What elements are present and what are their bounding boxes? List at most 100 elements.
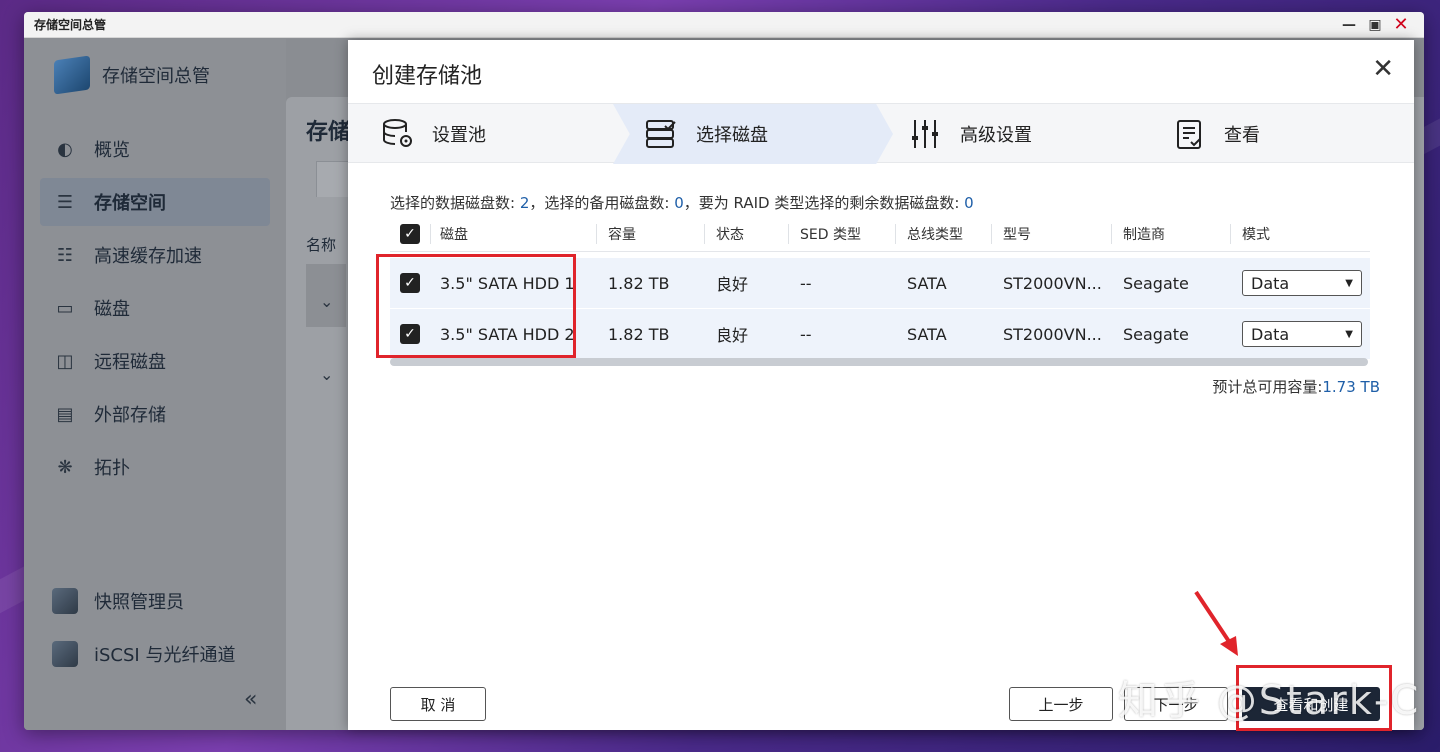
step-label: 设置池 [432,125,486,146]
column-header-bus-type[interactable]: 总线类型 [895,216,991,251]
capacity-label: 预计总可用容量: [1212,378,1323,396]
sidebar-item-label: iSCSI 与光纤通道 [94,645,236,666]
step-label: 高级设置 [960,125,1032,146]
summary-text: 选择的数据磁盘数: [390,194,520,212]
column-header-status[interactable]: 状态 [704,216,788,251]
disk-bus-type: SATA [907,273,947,293]
window-titlebar: 存储空间总管 — ▣ ✕ [24,12,1424,38]
column-header-sed-type[interactable]: SED 类型 [788,216,895,251]
data-disk-count: 2 [519,194,530,212]
remaining-disk-count: 0 [964,194,974,212]
table-header: ✓ 磁盘 容量 状态 SED 类型 总线类型 型号 制造商 模式 [390,216,1370,252]
disk-capacity: 1.82 TB [608,273,670,293]
back-button[interactable]: 上一步 [1009,687,1113,721]
sidebar-item-storage[interactable]: ☰ 存储空间 [40,178,270,226]
external-storage-icon: ▤ [56,403,74,425]
step-label: 查看 [1224,125,1260,146]
sidebar-item-iscsi[interactable]: iSCSI 与光纤通道 [40,630,270,678]
step-advanced-settings: 高级设置 [908,104,1032,164]
disk-bus-type: SATA [907,324,947,344]
close-icon[interactable]: ✕ [1372,56,1394,82]
disk-model: ST2000VN... [1003,273,1102,293]
disk-vendor: Seagate [1123,273,1189,293]
column-header-capacity[interactable]: 容量 [596,216,704,251]
checklist-icon [1172,117,1208,151]
highlight-box [376,254,576,358]
mode-select-value: Data [1251,324,1290,344]
step-pool-settings: 设置池 [380,104,486,164]
step-review: 查看 [1172,104,1260,164]
close-icon[interactable]: ✕ [1388,14,1414,35]
sidebar-item-external[interactable]: ▤ 外部存储 [40,390,270,438]
disk-vendor: Seagate [1123,324,1189,344]
mode-cell: Data ▼ [1230,309,1370,359]
spare-disk-count: 0 [674,194,684,212]
sidebar-item-snapshot[interactable]: 快照管理员 [40,577,270,625]
sidebar-item-disks[interactable]: ▭ 磁盘 [40,284,270,332]
pool-settings-icon [380,117,416,151]
capacity-value: 1.73 TB [1322,378,1380,396]
gauge-icon: ◐ [57,138,73,160]
sidebar-item-label: 远程磁盘 [94,352,166,373]
sidebar-item-label: 拓扑 [94,458,130,479]
sidebar-item-cache[interactable]: ☷ 高速缓存加速 [40,231,270,279]
disk-status: 良好 [716,326,749,345]
caret-down-icon: ▼ [1345,277,1353,289]
maximize-icon[interactable]: ▣ [1362,15,1388,35]
remote-disk-icon: ◫ [56,350,74,372]
select-disk-icon [644,117,680,151]
select-all-cell: ✓ [390,216,430,251]
disk-capacity: 1.82 TB [608,324,670,344]
sidebar-item-remote-disk[interactable]: ◫ 远程磁盘 [40,337,270,385]
mode-cell: Data ▼ [1230,258,1370,308]
sidebar-bottom: 快照管理员 iSCSI 与光纤通道 [40,577,270,683]
sidebar-item-label: 存储空间 [94,193,166,214]
storage-logo-icon [54,55,90,95]
mode-select[interactable]: Data ▼ [1242,270,1362,296]
select-all-checkbox[interactable]: ✓ [400,223,420,244]
sidebar-item-overview[interactable]: ◐ 概览 [40,125,270,173]
sidebar-nav: ◐ 概览 ☰ 存储空间 ☷ 高速缓存加速 ▭ 磁盘 ◫ 远程磁盘 ▤ 外部存储 … [24,125,286,491]
annotation-arrow [1194,590,1238,656]
cancel-button[interactable]: 取 消 [390,687,486,721]
wizard-steps: 设置池 选择磁盘 高级设置 查看 [348,103,1414,164]
disk-selection-summary: 选择的数据磁盘数: 2，选择的备用磁盘数: 0，要为 RAID 类型选择的剩余数… [390,192,974,213]
mode-select-value: Data [1251,273,1290,293]
disk-model: ST2000VN... [1003,324,1102,344]
chevron-down-icon[interactable]: ⌄ [320,292,333,311]
database-icon: ☰ [56,191,74,213]
snapshot-icon [52,588,78,614]
brand: 存储空间总管 [24,39,286,99]
mode-select[interactable]: Data ▼ [1242,321,1362,347]
column-header-disk[interactable]: 磁盘 [430,216,596,251]
cache-icon: ☷ [56,244,74,266]
brand-name: 存储空间总管 [102,66,210,87]
horizontal-scrollbar[interactable] [390,358,1368,366]
iscsi-icon [52,641,78,667]
disk-status: 良好 [716,275,749,294]
sidebar-item-label: 外部存储 [94,405,166,426]
dialog-title: 创建存储池 [372,64,483,89]
column-header-vendor[interactable]: 制造商 [1111,216,1230,251]
sidebar-item-label: 磁盘 [94,299,130,320]
window-title: 存储空间总管 [34,18,107,32]
column-header-mode[interactable]: 模式 [1230,216,1370,251]
summary-text: ，选择的备用磁盘数: [529,194,675,212]
caret-down-icon: ▼ [1345,328,1353,340]
create-pool-dialog: 创建存储池 ✕ 设置池 选择磁盘 高级设置 查看 选择的数据磁盘数: 2，选择的… [348,40,1414,731]
sidebar-item-label: 高速缓存加速 [94,246,202,267]
page-title: 存储 [306,120,351,145]
step-label: 选择磁盘 [696,125,768,146]
topology-icon: ❋ [57,456,73,478]
chevron-down-icon[interactable]: ⌄ [320,365,333,384]
collapse-sidebar-icon[interactable]: « [244,687,257,712]
watermark: 知乎 @Stark-C [1118,678,1421,724]
sidebar-item-label: 概览 [94,140,130,161]
sliders-icon [908,117,944,151]
disk-sed-type: -- [800,324,812,344]
sidebar-item-topology[interactable]: ❋ 拓扑 [40,443,270,491]
column-header-model[interactable]: 型号 [991,216,1111,251]
minimize-icon[interactable]: — [1336,15,1362,35]
disk-icon: ▭ [56,297,74,319]
sidebar: 存储空间总管 ◐ 概览 ☰ 存储空间 ☷ 高速缓存加速 ▭ 磁盘 ◫ 远程磁盘 … [24,39,286,730]
